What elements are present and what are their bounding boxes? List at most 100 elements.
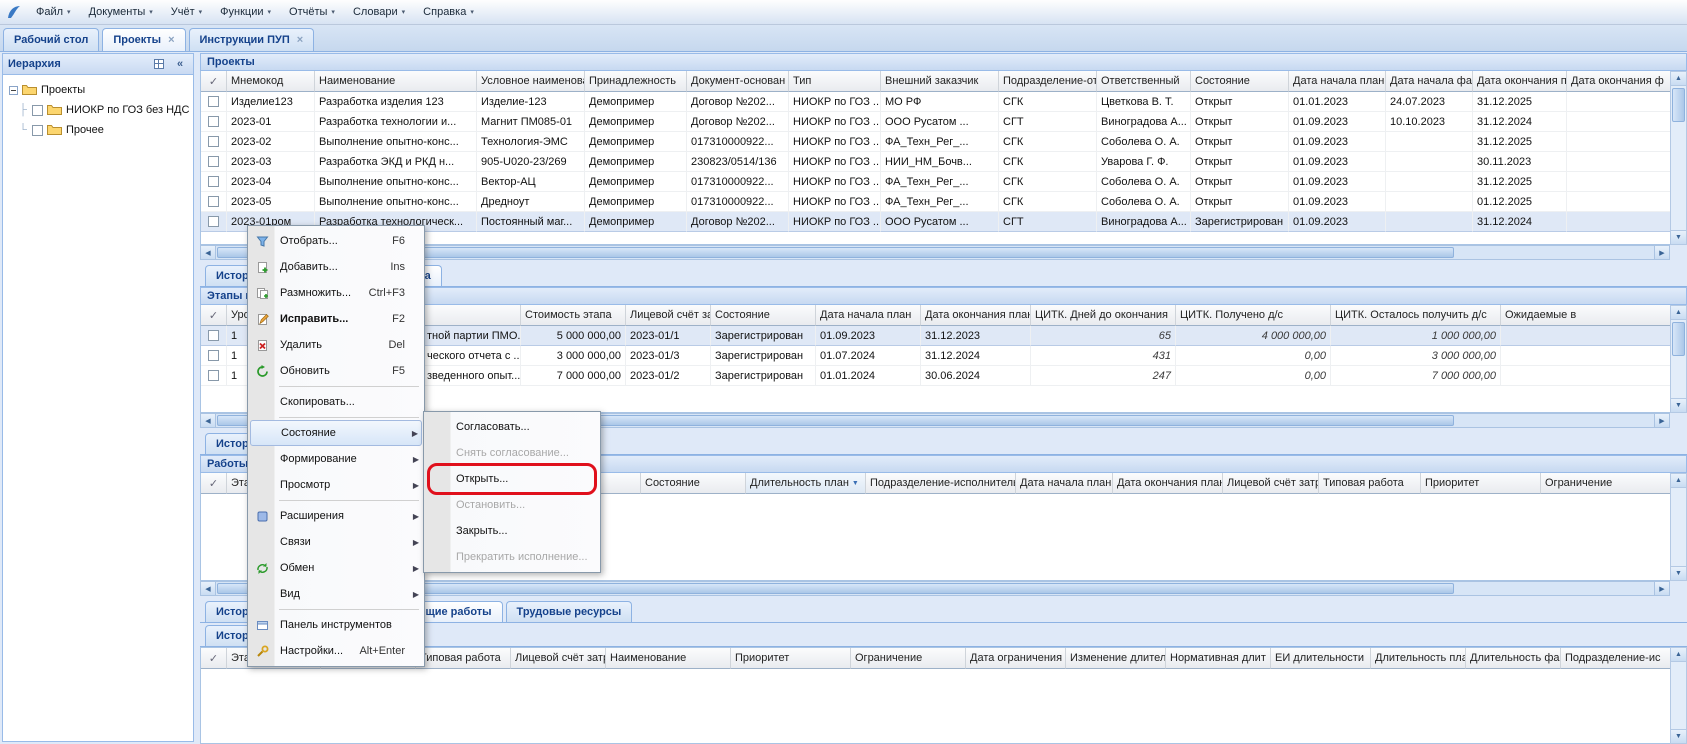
row-checkbox[interactable] xyxy=(208,156,219,167)
column-header[interactable]: Дата начала план. xyxy=(1016,473,1113,494)
tab-Рабочий стол[interactable]: Рабочий стол xyxy=(3,28,99,51)
column-header[interactable]: Дата начала план. xyxy=(1289,71,1386,92)
column-header[interactable]: Лицевой счёт затр xyxy=(511,648,606,669)
row-checkbox[interactable] xyxy=(208,116,219,127)
tab-Трудовые ресурсы[interactable]: Трудовые ресурсы xyxy=(506,601,633,622)
column-header[interactable]: ЦИТК. Дней до окончания xyxy=(1031,305,1176,326)
row-checkbox[interactable] xyxy=(208,216,219,227)
close-tab-icon[interactable]: × xyxy=(297,35,303,46)
scroll-down-icon[interactable]: ▼ xyxy=(1671,398,1686,412)
menu-item-Удалить[interactable]: УдалитьDel xyxy=(250,332,422,358)
menu-item-Размножить[interactable]: Размножить...Ctrl+F3 xyxy=(250,280,422,306)
column-header[interactable]: Лицевой счёт затр xyxy=(1223,473,1319,494)
table-row[interactable]: 2023-05Выполнение опытно-конс...Дредноут… xyxy=(201,192,1671,212)
column-header[interactable]: Дата окончания п xyxy=(1473,71,1567,92)
predecessors-vertical-scrollbar[interactable]: ▲ ▼ xyxy=(1670,647,1687,744)
scroll-up-icon[interactable]: ▲ xyxy=(1671,474,1686,488)
column-header[interactable]: Состояние xyxy=(1191,71,1289,92)
column-header[interactable]: Принадлежность xyxy=(585,71,687,92)
menu-item-Расширения[interactable]: Расширения▶ xyxy=(250,503,422,529)
column-header[interactable]: ✓ xyxy=(201,473,227,494)
column-header[interactable]: Типовая работа xyxy=(416,648,511,669)
stages-vertical-scrollbar[interactable]: ▲ ▼ xyxy=(1670,305,1687,413)
column-header[interactable]: Ожидаемые в xyxy=(1501,305,1671,326)
scroll-right-icon[interactable]: ▶ xyxy=(1654,414,1669,427)
column-header[interactable]: Ограничение xyxy=(851,648,966,669)
table-row[interactable]: 2023-04Выполнение опытно-конс...Вектор-А… xyxy=(201,172,1671,192)
column-header[interactable]: Изменение длител xyxy=(1066,648,1166,669)
menubar-item-Функции[interactable]: Функции▾ xyxy=(212,2,279,22)
menu-item-Добавить[interactable]: Добавить...Ins xyxy=(250,254,422,280)
scroll-left-icon[interactable]: ◀ xyxy=(201,246,216,259)
column-header[interactable]: ✓ xyxy=(201,648,227,669)
scroll-thumb[interactable] xyxy=(1672,88,1685,122)
scroll-right-icon[interactable]: ▶ xyxy=(1654,582,1669,595)
column-header[interactable]: ✓ xyxy=(201,305,227,326)
row-checkbox[interactable] xyxy=(208,136,219,147)
column-header[interactable]: Приоритет xyxy=(731,648,851,669)
row-checkbox[interactable] xyxy=(208,330,219,341)
menu-item-Обмен[interactable]: Обмен▶ xyxy=(250,555,422,581)
menu-item-Открыть[interactable]: Открыть... xyxy=(426,466,598,492)
scroll-left-icon[interactable]: ◀ xyxy=(201,582,216,595)
menubar-item-Справка[interactable]: Справка▾ xyxy=(415,2,482,22)
column-header[interactable]: Дата окончания план xyxy=(921,305,1031,326)
column-header[interactable]: Типовая работа xyxy=(1319,473,1421,494)
scroll-up-icon[interactable]: ▲ xyxy=(1671,648,1686,662)
column-header[interactable]: Состояние xyxy=(641,473,746,494)
projects-vertical-scrollbar[interactable]: ▲ ▼ xyxy=(1670,71,1687,245)
scroll-up-icon[interactable]: ▲ xyxy=(1671,72,1686,86)
close-tab-icon[interactable]: × xyxy=(168,35,174,46)
columns-icon[interactable] xyxy=(151,56,167,72)
works-vertical-scrollbar[interactable]: ▲ ▼ xyxy=(1670,473,1687,581)
column-header[interactable]: Длительность фак xyxy=(1466,648,1561,669)
menubar-item-Учёт[interactable]: Учёт▾ xyxy=(163,2,210,22)
table-row[interactable]: 2023-02Выполнение опытно-конс...Технолог… xyxy=(201,132,1671,152)
scroll-thumb[interactable] xyxy=(1672,322,1685,356)
menubar-item-Словари[interactable]: Словари▾ xyxy=(345,2,413,22)
menu-item-Скопировать[interactable]: Скопировать... xyxy=(250,389,422,415)
column-header[interactable]: Нормативная длит xyxy=(1166,648,1271,669)
column-header[interactable]: Ограничение xyxy=(1541,473,1687,494)
menubar-item-Файл[interactable]: Файл▾ xyxy=(28,2,79,22)
column-header[interactable]: Дата окончания ф xyxy=(1567,71,1671,92)
scroll-left-icon[interactable]: ◀ xyxy=(201,414,216,427)
column-header[interactable]: ЦИТК. Осталось получить д/с xyxy=(1331,305,1501,326)
column-header[interactable]: Дата начала план xyxy=(816,305,921,326)
scroll-right-icon[interactable]: ▶ xyxy=(1654,246,1669,259)
row-checkbox[interactable] xyxy=(208,350,219,361)
collapse-panel-icon[interactable]: « xyxy=(172,56,188,72)
menu-item-Состояние[interactable]: Состояние▶ xyxy=(250,420,422,446)
column-header[interactable]: ЦИТК. Получено д/с xyxy=(1176,305,1331,326)
column-header[interactable]: Длительность пла xyxy=(1371,648,1466,669)
tree-node-child[interactable]: ├ НИОКР по ГОЗ без НДС xyxy=(5,100,191,120)
column-header[interactable]: Дата окончания план xyxy=(1113,473,1223,494)
scroll-down-icon[interactable]: ▼ xyxy=(1671,230,1686,244)
tree-node-root[interactable]: Проекты xyxy=(5,80,191,100)
column-header[interactable]: Дата начала факт xyxy=(1386,71,1473,92)
menu-item-Отобрать[interactable]: Отобрать...F6 xyxy=(250,228,422,254)
column-header[interactable]: Ответственный xyxy=(1097,71,1191,92)
menubar-item-Документы[interactable]: Документы▾ xyxy=(81,2,161,22)
table-row[interactable]: 2023-01Разработка технологии и...Магнит … xyxy=(201,112,1671,132)
column-header[interactable]: Документ-основан xyxy=(687,71,789,92)
tree-node-checkbox[interactable] xyxy=(32,125,43,136)
column-header[interactable]: ✓ xyxy=(201,71,227,92)
scroll-down-icon[interactable]: ▼ xyxy=(1671,729,1686,743)
menu-item-Просмотр[interactable]: Просмотр▶ xyxy=(250,472,422,498)
row-checkbox[interactable] xyxy=(208,176,219,187)
menu-item-Формирование[interactable]: Формирование▶ xyxy=(250,446,422,472)
column-header[interactable]: Состояние xyxy=(711,305,816,326)
menu-item-Вид[interactable]: Вид▶ xyxy=(250,581,422,607)
column-header[interactable]: Дата ограничения xyxy=(966,648,1066,669)
row-checkbox[interactable] xyxy=(208,196,219,207)
column-header[interactable]: ЕИ длительности xyxy=(1271,648,1371,669)
menu-item-Обновить[interactable]: ОбновитьF5 xyxy=(250,358,422,384)
column-header[interactable]: Подразделение-ис xyxy=(1561,648,1687,669)
column-header[interactable]: Стоимость этапа xyxy=(521,305,626,326)
table-row[interactable]: Изделие123Разработка изделия 123Изделие-… xyxy=(201,92,1671,112)
row-checkbox[interactable] xyxy=(208,96,219,107)
column-header[interactable]: Тип xyxy=(789,71,881,92)
column-header[interactable]: Подразделение-исполнитель. xyxy=(866,473,1016,494)
collapse-node-icon[interactable] xyxy=(9,86,18,95)
